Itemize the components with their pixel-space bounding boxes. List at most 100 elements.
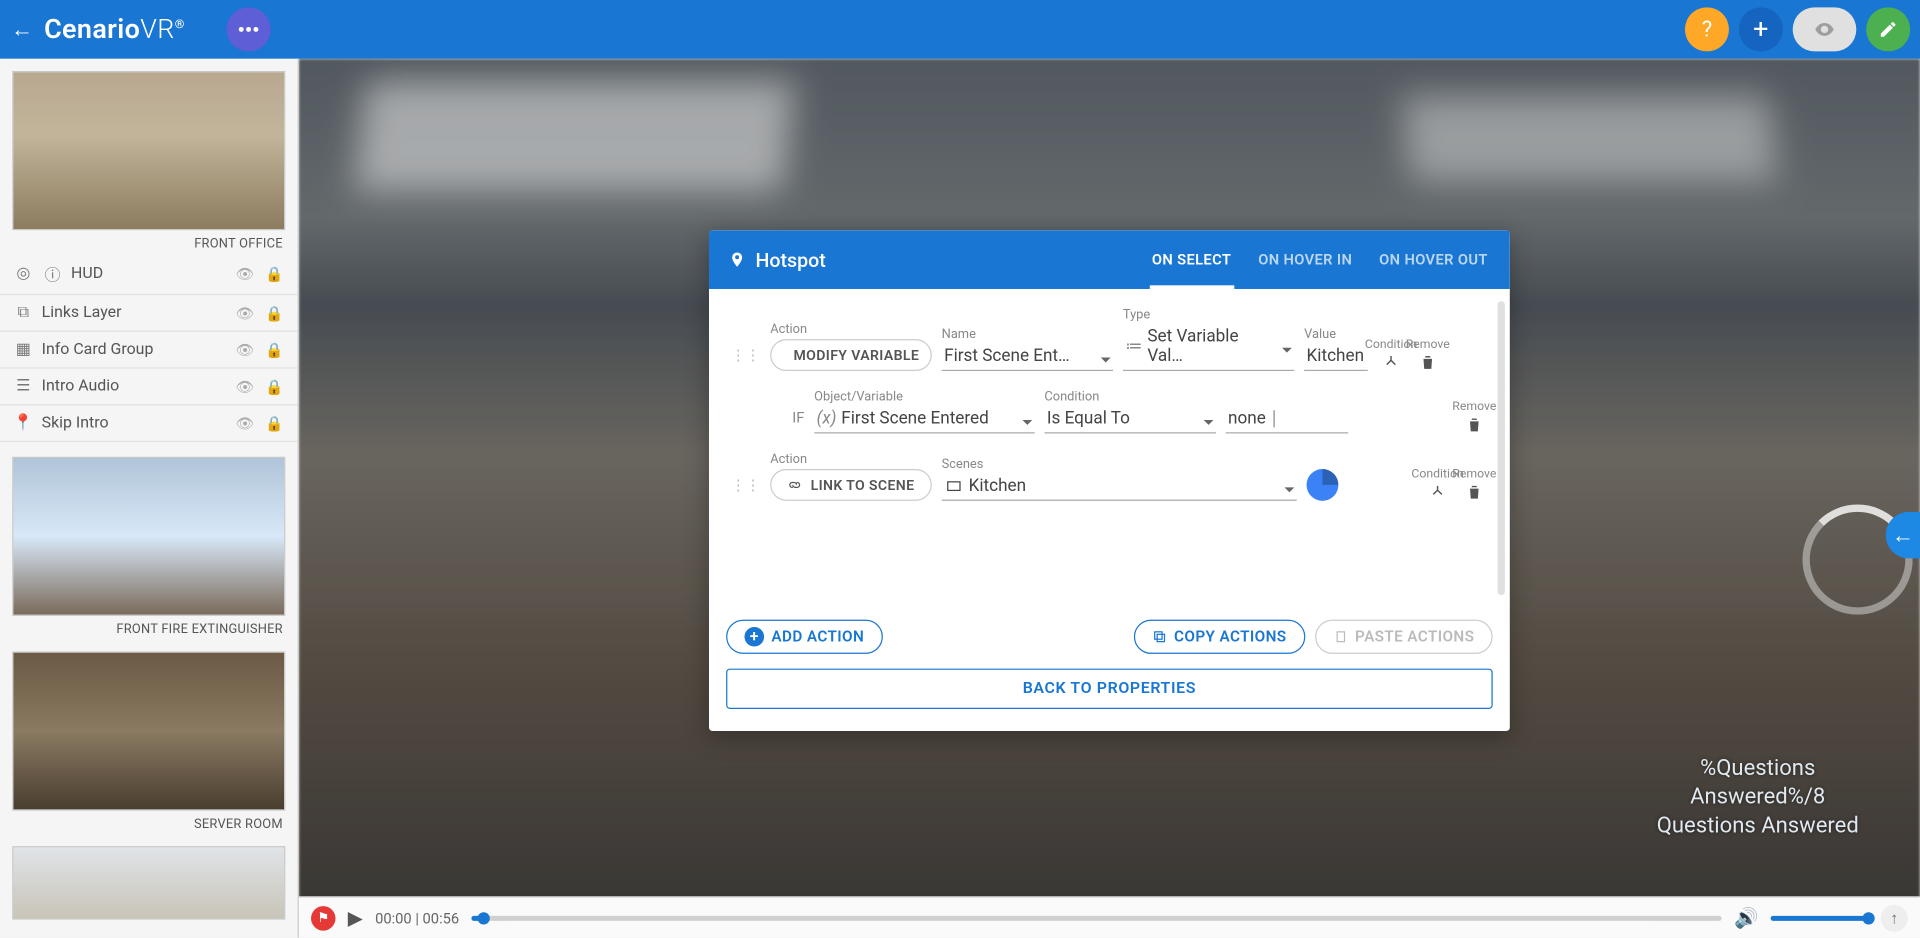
condition-button[interactable]: Condition xyxy=(1378,338,1405,371)
type-select[interactable]: ≔ Set Variable Val… xyxy=(1123,324,1294,371)
scene-thumb[interactable] xyxy=(12,71,285,230)
condition-row: IF Object/Variable (x)First Scene Entere… xyxy=(731,388,1488,433)
remove-button[interactable]: Remove xyxy=(1461,468,1488,501)
branch-icon xyxy=(1428,484,1448,501)
tab-on-select[interactable]: ON SELECT xyxy=(1149,231,1233,289)
remove-button[interactable]: Remove xyxy=(1461,400,1488,433)
name-select[interactable]: First Scene Ent… xyxy=(942,344,1113,371)
seek-thumb[interactable] xyxy=(478,912,490,924)
lock-icon[interactable]: 🔒 xyxy=(263,341,285,358)
audio-icon: ☰ xyxy=(12,377,34,395)
scene-label: FRONT FIRE EXTINGUISHER xyxy=(0,616,298,639)
hud-line: %Questions xyxy=(1657,754,1859,783)
play-button[interactable]: ▶ xyxy=(348,906,363,929)
scenes-select[interactable]: Kitchen xyxy=(942,474,1297,501)
tab-on-hover-out[interactable]: ON HOVER OUT xyxy=(1377,231,1490,289)
volume-icon[interactable]: 🔊 xyxy=(1734,906,1758,929)
dialog-tabs: ON SELECT ON HOVER IN ON HOVER OUT xyxy=(1149,231,1490,289)
volume-thumb[interactable] xyxy=(1862,912,1874,924)
pin-icon: 📍 xyxy=(12,414,34,432)
dialog-footer: + ADD ACTION COPY ACTIONS PASTE ACTIONS … xyxy=(709,607,1510,731)
scene-thumb[interactable] xyxy=(12,846,285,919)
back-arrow-icon[interactable]: ← xyxy=(0,17,44,43)
layer-name: Links Layer xyxy=(42,304,227,322)
seek-track[interactable] xyxy=(471,915,1721,920)
name-label: Name xyxy=(942,326,1113,342)
visibility-icon[interactable]: 👁 xyxy=(234,414,256,431)
condition-value-input[interactable]: none xyxy=(1226,407,1348,434)
overflow-menu-button[interactable] xyxy=(226,7,270,51)
player-bar: ⚑ ▶ 00:00 | 00:56 🔊 ↑ xyxy=(299,896,1920,938)
condition-select[interactable]: Is Equal To xyxy=(1044,407,1215,434)
topbar: ← CenarioVR® ? + xyxy=(0,0,1920,59)
lock-icon[interactable]: 🔒 xyxy=(263,304,285,321)
brand-logo: CenarioVR® xyxy=(44,14,185,45)
time-display: 00:00 | 00:56 xyxy=(375,909,459,926)
visibility-icon[interactable]: 👁 xyxy=(234,265,256,282)
layer-row-links[interactable]: ⧉ Links Layer 👁 🔒 xyxy=(0,295,298,332)
action-row: ⋮⋮ Action MODIFY VARIABLE Name First Sce… xyxy=(731,306,1488,371)
drag-handle-icon[interactable]: ⋮⋮ xyxy=(731,347,760,371)
layer-row-infocard[interactable]: ▦ Info Card Group 👁 🔒 xyxy=(0,332,298,369)
add-action-button[interactable]: + ADD ACTION xyxy=(726,620,882,654)
scene-label: SERVER ROOM xyxy=(0,811,298,834)
scene-icon xyxy=(944,479,964,494)
viewport[interactable]: %Questions Answered%/8 Questions Answere… xyxy=(299,59,1920,938)
lock-icon[interactable]: 🔒 xyxy=(263,378,285,395)
eye-icon xyxy=(1813,18,1835,40)
collapse-up-button[interactable]: ↑ xyxy=(1881,904,1908,931)
back-to-properties-button[interactable]: BACK TO PROPERTIES xyxy=(726,669,1493,709)
layer-row-skip[interactable]: 📍 Skip Intro 👁 🔒 xyxy=(0,405,298,442)
value-input[interactable]: Kitchen xyxy=(1304,344,1368,371)
visibility-icon[interactable]: 👁 xyxy=(234,378,256,395)
trash-icon xyxy=(1466,416,1483,433)
brand-name: Cenario xyxy=(44,14,140,45)
tab-on-hover-in[interactable]: ON HOVER IN xyxy=(1256,231,1355,289)
drag-handle-icon[interactable]: ⋮⋮ xyxy=(731,476,760,500)
action-type-button[interactable]: MODIFY VARIABLE xyxy=(770,339,932,371)
layer-row-hud[interactable]: ◎ ⓘ HUD 👁 🔒 xyxy=(0,253,298,295)
preview-toggle[interactable] xyxy=(1793,7,1857,51)
layer-name: Skip Intro xyxy=(42,414,227,432)
action-label: Action xyxy=(770,451,932,467)
action-label: Action xyxy=(770,321,932,337)
if-label: IF xyxy=(792,409,804,433)
help-button[interactable]: ? xyxy=(1685,7,1729,51)
add-button[interactable]: + xyxy=(1739,7,1783,51)
remove-button[interactable]: Remove xyxy=(1414,338,1441,371)
scene-thumb[interactable] xyxy=(12,457,285,616)
copy-actions-button[interactable]: COPY ACTIONS xyxy=(1134,620,1305,654)
condition-button[interactable]: Condition xyxy=(1424,468,1451,501)
lock-icon[interactable]: 🔒 xyxy=(263,414,285,431)
flag-icon[interactable]: ⚑ xyxy=(311,906,335,930)
trash-icon xyxy=(1419,354,1436,371)
layer-name: Info Card Group xyxy=(42,340,227,358)
value-label: Value xyxy=(1304,326,1368,342)
layers-icon: ⧉ xyxy=(12,304,34,322)
visibility-icon[interactable]: 👁 xyxy=(234,341,256,358)
hud-line: Questions Answered xyxy=(1657,811,1859,840)
scene-thumb[interactable] xyxy=(12,651,285,810)
pencil-icon xyxy=(1878,20,1898,40)
sidebar[interactable]: FRONT OFFICE ◎ ⓘ HUD 👁 🔒 ⧉ Links Layer 👁… xyxy=(0,59,299,938)
trash-icon xyxy=(1466,484,1483,501)
lock-icon[interactable]: 🔒 xyxy=(263,265,285,282)
volume-track[interactable] xyxy=(1771,915,1869,920)
paste-icon xyxy=(1333,629,1348,644)
edit-button[interactable] xyxy=(1866,7,1910,51)
plus-icon: + xyxy=(744,627,764,647)
brand-reg: ® xyxy=(175,17,185,30)
action-type-button[interactable]: LINK TO SCENE xyxy=(770,469,932,501)
layer-row-audio[interactable]: ☰ Intro Audio 👁 🔒 xyxy=(0,369,298,406)
paste-actions-button: PASTE ACTIONS xyxy=(1315,620,1493,654)
layer-name: HUD xyxy=(71,264,227,282)
transition-indicator[interactable] xyxy=(1307,469,1339,501)
group-icon: ▦ xyxy=(12,340,34,358)
copy-icon xyxy=(1152,629,1167,644)
hud-line: Answered%/8 xyxy=(1657,783,1859,812)
info-icon: ⓘ xyxy=(42,262,64,285)
action-row: ⋮⋮ Action LINK TO SCENE Scenes Kitchen xyxy=(731,451,1488,501)
object-select[interactable]: (x)First Scene Entered xyxy=(814,407,1034,434)
visibility-icon[interactable]: 👁 xyxy=(234,304,256,321)
layer-name: Intro Audio xyxy=(42,377,227,395)
